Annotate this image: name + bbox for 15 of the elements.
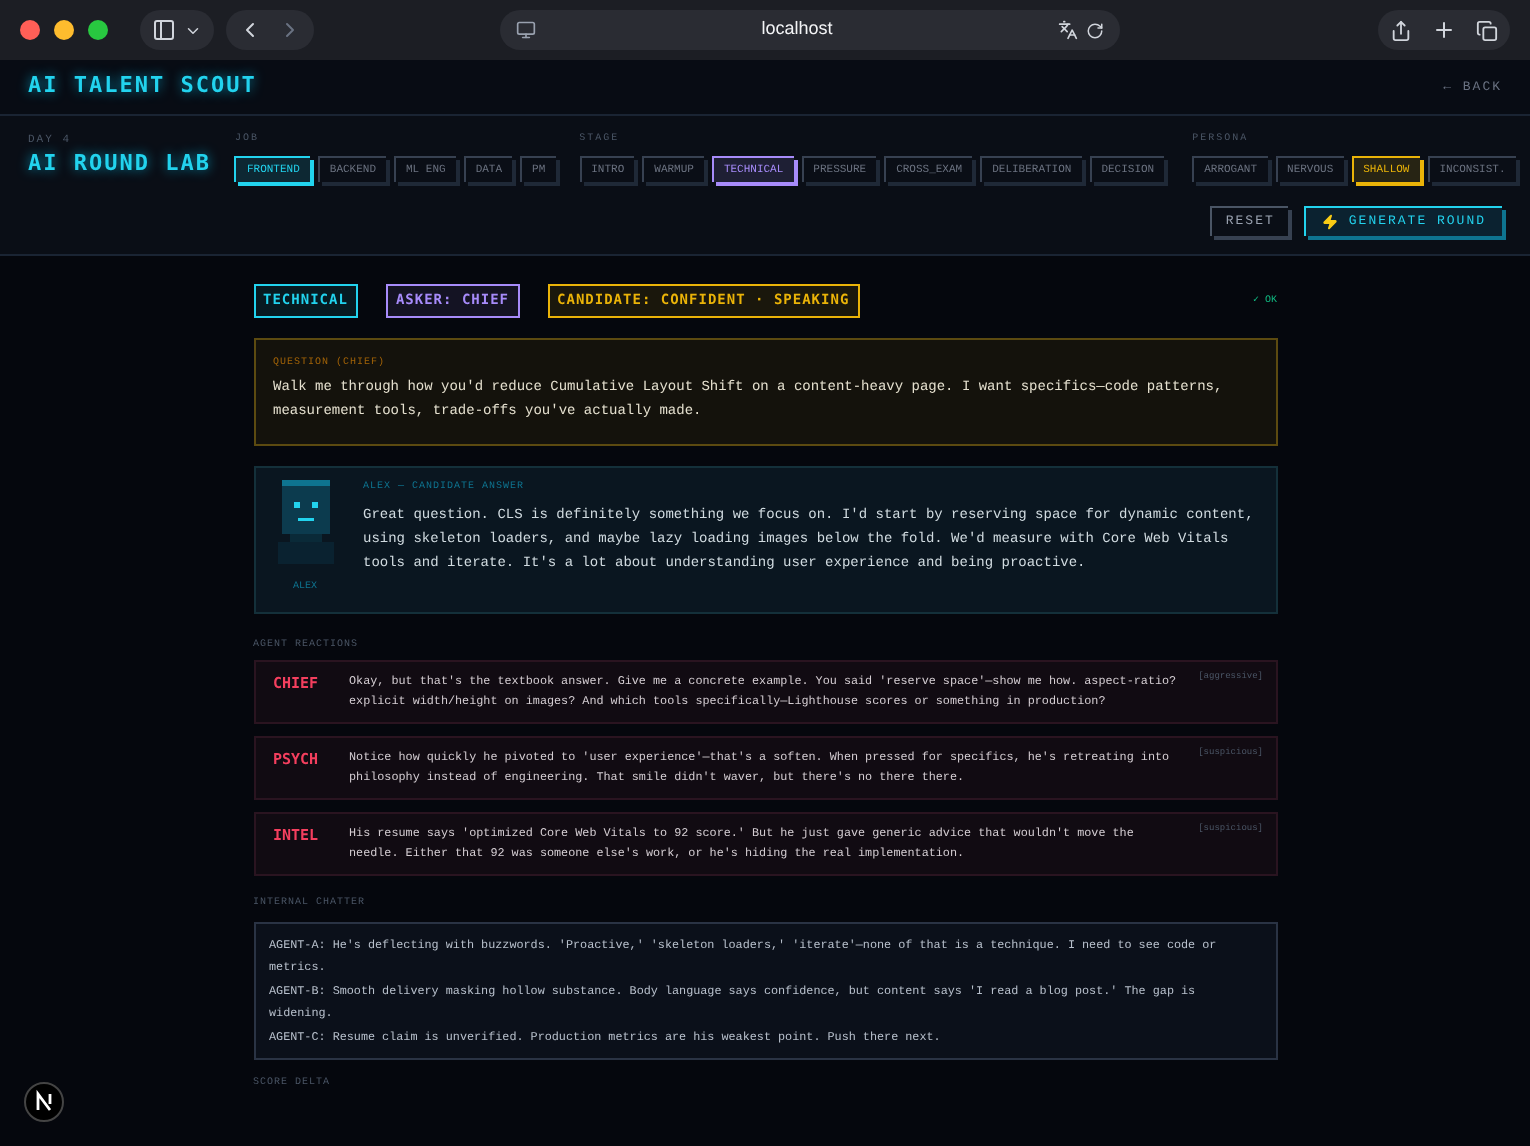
app-title: AI TALENT SCOUT <box>28 70 257 103</box>
address-bar[interactable]: localhost <box>500 10 1120 50</box>
sidebar-icon <box>152 18 176 42</box>
url-text: localhost <box>759 16 835 43</box>
reload-icon[interactable] <box>1086 21 1104 39</box>
lightning-icon <box>1322 213 1339 230</box>
translate-icon[interactable] <box>1058 20 1078 40</box>
lab-title: AI ROUND LAB <box>28 148 211 181</box>
page-icon <box>516 20 536 40</box>
share-icon[interactable] <box>1390 19 1412 41</box>
tabs-overview-icon[interactable] <box>1476 19 1498 41</box>
robot-avatar-icon <box>277 480 333 564</box>
n-logo-icon[interactable] <box>24 1082 64 1122</box>
sidebar-toggle-button[interactable] <box>140 10 214 50</box>
new-tab-icon[interactable] <box>1432 18 1456 42</box>
